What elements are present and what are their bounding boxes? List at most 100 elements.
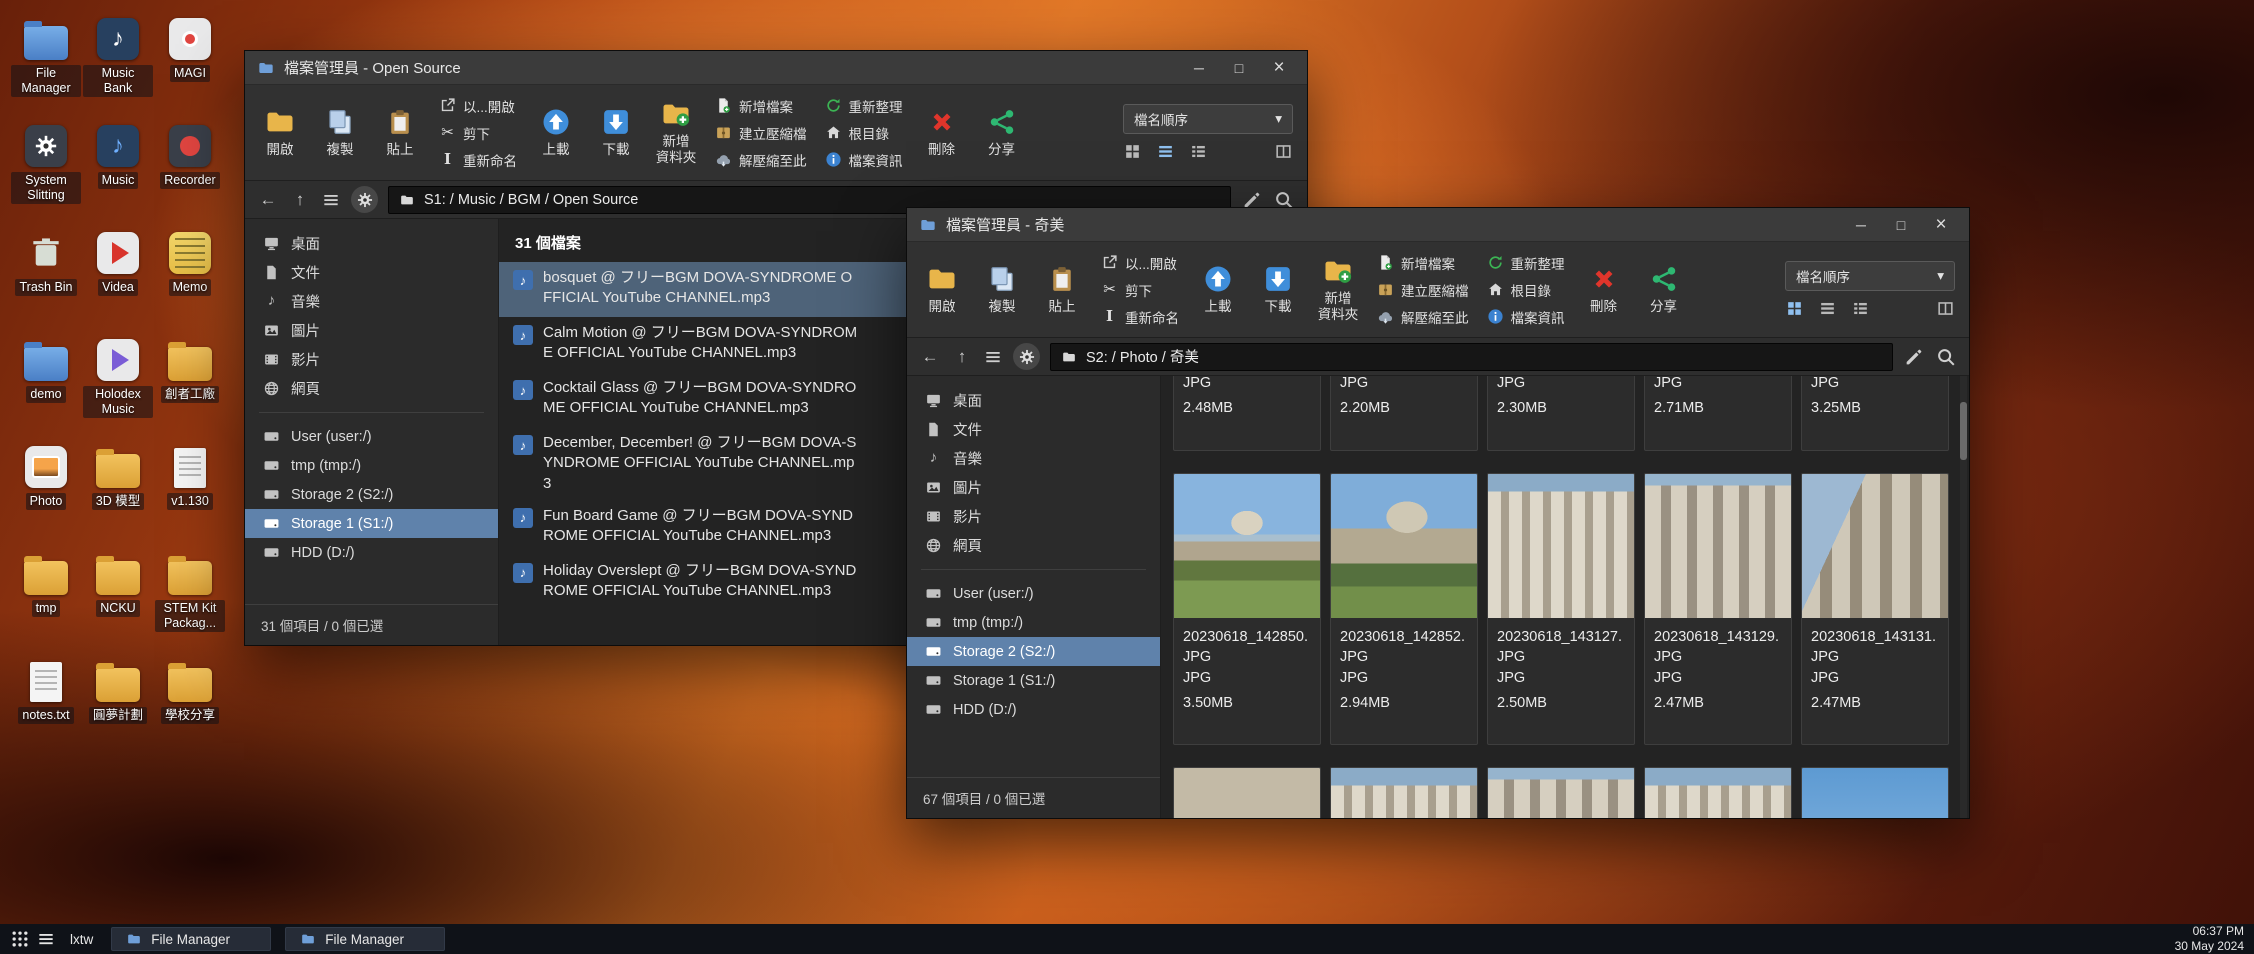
sidebar-item-documents[interactable]: 文件 [245, 258, 498, 287]
view-grid-button[interactable] [1785, 299, 1804, 318]
titlebar[interactable]: 檔案管理員 - 奇美 ─ □ × [907, 208, 1969, 242]
minimize-button[interactable]: ─ [1845, 213, 1877, 237]
maximize-button[interactable]: □ [1885, 213, 1917, 237]
desktop-icon-school-share[interactable]: 學校分享 [154, 656, 226, 763]
share-button[interactable]: 分享 [981, 107, 1023, 158]
view-columns-button[interactable] [1936, 299, 1955, 318]
download-button[interactable]: 下載 [1257, 264, 1299, 315]
minimize-button[interactable]: ─ [1183, 56, 1215, 80]
download-button[interactable]: 下載 [595, 107, 637, 158]
delete-button[interactable]: 刪除 [921, 107, 963, 158]
menu-button[interactable] [983, 347, 1003, 367]
photo-card[interactable] [1330, 767, 1478, 818]
sidebar-item-desktop[interactable]: 桌面 [245, 229, 498, 258]
open-with-button[interactable]: 以...開啟 [1101, 253, 1179, 273]
close-button[interactable]: × [1263, 56, 1295, 80]
titlebar[interactable]: 檔案管理員 - Open Source ─ □ × [245, 51, 1307, 85]
new-file-button[interactable]: 新增檔案 [1377, 253, 1469, 273]
up-button[interactable]: ↑ [951, 347, 973, 367]
desktop-icon-videa[interactable]: Videa [82, 228, 154, 335]
desktop-icon-ncku[interactable]: NCKU [82, 549, 154, 656]
sort-order-dropdown[interactable]: 檔名順序▾ [1785, 261, 1955, 291]
new-folder-button[interactable]: 新增資料夾 [1317, 256, 1359, 322]
input-method-indicator[interactable]: lxtw [70, 932, 93, 947]
sidebar-item-hdd-drive[interactable]: HDD (D:/) [245, 538, 498, 567]
desktop-icon-recorder[interactable]: Recorder [154, 121, 226, 228]
create-archive-button[interactable]: 建立壓縮檔 [1377, 280, 1469, 300]
search-button[interactable] [1935, 346, 1957, 368]
delete-button[interactable]: 刪除 [1583, 264, 1625, 315]
photo-card[interactable]: 20230618_143127.JPGJPG2.50MB [1487, 473, 1635, 745]
desktop-icon-maker-factory[interactable]: 創者工廠 [154, 335, 226, 442]
open-button[interactable]: 開啟 [921, 264, 963, 315]
back-button[interactable]: ← [919, 347, 941, 367]
desktop-icon-trash-bin[interactable]: Trash Bin [10, 228, 82, 335]
upload-button[interactable]: 上載 [535, 107, 577, 158]
taskbar-button-file-manager-2[interactable]: File Manager [285, 927, 445, 951]
new-folder-button[interactable]: 新增資料夾 [655, 99, 697, 165]
photo-card[interactable]: .JPGJPG2.30MB [1487, 376, 1635, 451]
photo-card[interactable]: 20230618_143131.JPGJPG2.47MB [1801, 473, 1949, 745]
desktop-icon-dream-plan[interactable]: 圓夢計劃 [82, 656, 154, 763]
back-button[interactable]: ← [257, 190, 279, 210]
paste-button[interactable]: 貼上 [379, 107, 421, 158]
photo-card[interactable] [1801, 767, 1949, 818]
rename-button[interactable]: I重新命名 [439, 150, 517, 170]
desktop-icon-magi[interactable]: MAGI [154, 14, 226, 121]
sidebar-item-storage1-drive[interactable]: Storage 1 (S1:/) [907, 666, 1160, 695]
sidebar-item-web[interactable]: 網頁 [907, 531, 1160, 560]
extract-here-button[interactable]: 解壓縮至此 [715, 150, 807, 170]
sidebar-item-storage1-drive[interactable]: Storage 1 (S1:/) [245, 509, 498, 538]
clock[interactable]: 06:37 PM 30 May 2024 [2175, 924, 2244, 954]
desktop-icon-system-slitting[interactable]: System Slitting [10, 121, 82, 228]
sidebar-item-user-drive[interactable]: User (user:/) [245, 422, 498, 451]
share-button[interactable]: 分享 [1643, 264, 1685, 315]
refresh-button[interactable]: 重新整理 [825, 96, 903, 116]
sidebar-item-hdd-drive[interactable]: HDD (D:/) [907, 695, 1160, 724]
app-launcher-icon[interactable] [10, 929, 30, 949]
view-details-button[interactable] [1189, 142, 1208, 161]
paste-button[interactable]: 貼上 [1041, 264, 1083, 315]
photo-card[interactable] [1487, 767, 1635, 818]
scrollbar-track[interactable] [1960, 376, 1967, 818]
menu-button[interactable] [321, 190, 341, 210]
desktop-icon-photo[interactable]: Photo [10, 442, 82, 549]
sidebar-item-user-drive[interactable]: User (user:/) [907, 579, 1160, 608]
sidebar-item-desktop[interactable]: 桌面 [907, 386, 1160, 415]
cut-button[interactable]: ✂剪下 [1101, 280, 1179, 300]
view-list-button[interactable] [1156, 142, 1175, 161]
cut-button[interactable]: ✂剪下 [439, 123, 517, 143]
desktop-icon-stem-kit[interactable]: STEM Kit Packag... [154, 549, 226, 656]
upload-button[interactable]: 上載 [1197, 264, 1239, 315]
desktop-icon-v1130[interactable]: v1.130 [154, 442, 226, 549]
sidebar-item-tmp-drive[interactable]: tmp (tmp:/) [907, 608, 1160, 637]
sidebar-item-tmp-drive[interactable]: tmp (tmp:/) [245, 451, 498, 480]
view-columns-button[interactable] [1274, 142, 1293, 161]
sidebar-item-storage2-drive[interactable]: Storage 2 (S2:/) [245, 480, 498, 509]
settings-button[interactable] [1013, 343, 1040, 370]
sort-order-dropdown[interactable]: 檔名順序▾ [1123, 104, 1293, 134]
photo-card[interactable]: 20230618_142850.JPGJPG3.50MB [1173, 473, 1321, 745]
scrollbar-thumb[interactable] [1960, 402, 1967, 460]
sidebar-item-videos[interactable]: 影片 [907, 502, 1160, 531]
view-details-button[interactable] [1851, 299, 1870, 318]
refresh-button[interactable]: 重新整理 [1487, 253, 1565, 273]
root-button[interactable]: 根目錄 [825, 123, 903, 143]
desktop-icon-tmp[interactable]: tmp [10, 549, 82, 656]
path-field[interactable]: S2: / Photo / 奇美 [1050, 343, 1893, 371]
file-info-button[interactable]: 檔案資訊 [825, 150, 903, 170]
photo-card[interactable]: .JPGJPG2.71MB [1644, 376, 1792, 451]
maximize-button[interactable]: □ [1223, 56, 1255, 80]
view-list-button[interactable] [1818, 299, 1837, 318]
sidebar-item-music[interactable]: ♪音樂 [907, 444, 1160, 473]
desktop-icon-notes-txt[interactable]: notes.txt [10, 656, 82, 763]
taskbar-button-file-manager-1[interactable]: File Manager [111, 927, 271, 951]
copy-button[interactable]: 複製 [981, 264, 1023, 315]
sidebar-item-music[interactable]: ♪音樂 [245, 287, 498, 316]
sidebar-item-pictures[interactable]: 圖片 [907, 473, 1160, 502]
sidebar-item-videos[interactable]: 影片 [245, 345, 498, 374]
sidebar-item-storage2-drive[interactable]: Storage 2 (S2:/) [907, 637, 1160, 666]
open-button[interactable]: 開啟 [259, 107, 301, 158]
task-list-icon[interactable] [36, 929, 56, 949]
sidebar-item-web[interactable]: 網頁 [245, 374, 498, 403]
